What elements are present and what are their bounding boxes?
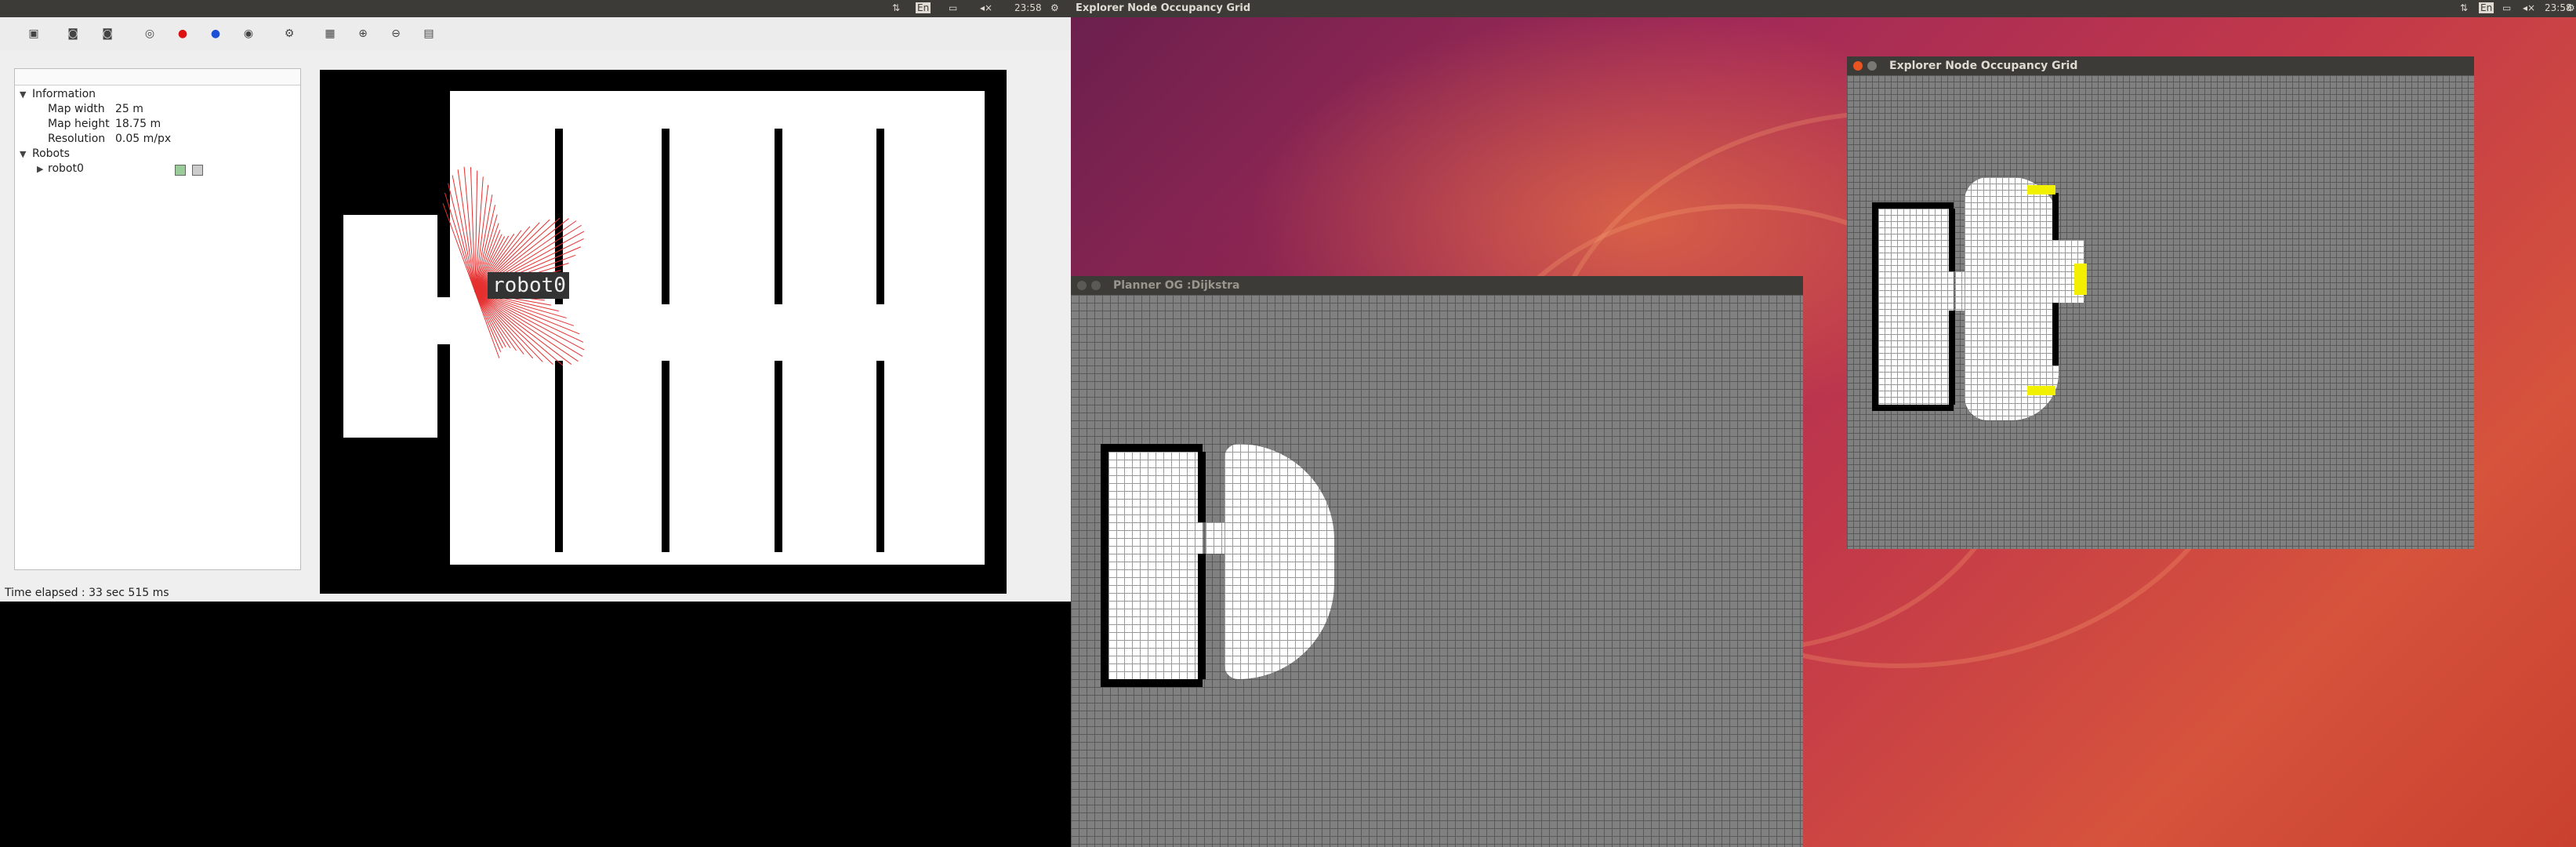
tree-header xyxy=(15,69,300,85)
planner-titlebar[interactable]: Planner OG :Dijkstra xyxy=(1071,276,1803,295)
explorer-title: Explorer Node Occupancy Grid xyxy=(1889,60,2078,72)
clock[interactable]: 23:58 xyxy=(1014,2,1042,13)
explored-frontier xyxy=(1965,177,2059,420)
network-icon[interactable]: ⇅ xyxy=(2460,2,2468,13)
frontier-cells xyxy=(2074,264,2087,295)
tree-information[interactable]: Information xyxy=(32,88,96,100)
explorer-window[interactable]: Explorer Node Occupancy Grid xyxy=(1847,56,2474,549)
robot-label: robot0 xyxy=(492,274,566,297)
map-canvas xyxy=(343,91,985,565)
map-height-label: Map height xyxy=(48,118,110,130)
explored-room xyxy=(1108,452,1203,679)
expand-arrow-icon[interactable]: ▼ xyxy=(20,89,26,100)
fiducial-icon[interactable]: ◉ xyxy=(237,24,260,44)
frontier-cells xyxy=(2027,185,2055,194)
close-icon[interactable] xyxy=(1853,61,1863,71)
collapse-arrow-icon[interactable]: ▶ xyxy=(37,164,43,174)
minimize-icon[interactable] xyxy=(1091,281,1101,290)
zoom-out-icon[interactable]: ⊖ xyxy=(384,24,408,44)
resolution-value: 0.05 m/px xyxy=(115,133,172,145)
settings-icon[interactable]: ⚙ xyxy=(2567,2,2575,13)
stage-window: ▣ ◙ ◙ ◎ ● ● ◉ ⚙ ▦ ⊕ ⊖ ▤ ▼ Information Ma… xyxy=(0,17,1071,602)
frontier-cells xyxy=(2027,386,2055,395)
planner-grid[interactable] xyxy=(1071,295,1803,847)
settings-icon[interactable]: ⚙ xyxy=(1050,2,1059,13)
app-title: Explorer Node Occupancy Grid xyxy=(1076,2,1251,14)
left-topbar-strip: ⇅ En ▭ ◂× 23:58 ⚙ xyxy=(0,0,1071,17)
resolution-label: Resolution xyxy=(48,133,106,145)
explorer-titlebar[interactable]: Explorer Node Occupancy Grid xyxy=(1847,56,2474,75)
robot-icon[interactable]: ◙ xyxy=(61,24,85,44)
volume-icon[interactable]: ◂× xyxy=(2523,2,2535,13)
planner-window[interactable]: Planner OG :Dijkstra xyxy=(1071,276,1803,847)
keyboard-layout[interactable]: En xyxy=(2479,2,2494,13)
zoom-in-icon[interactable]: ⊕ xyxy=(351,24,375,44)
robot-select-icon[interactable] xyxy=(192,165,203,176)
top-panel: Explorer Node Occupancy Grid ⇅ En ▭ ◂× 2… xyxy=(1071,0,2576,17)
toolbar: ▣ ◙ ◙ ◎ ● ● ◉ ⚙ ▦ ⊕ ⊖ ▤ xyxy=(0,17,1071,50)
save-map-icon[interactable]: ▣ xyxy=(22,24,45,44)
trail-icon[interactable]: ◎ xyxy=(138,24,161,44)
gear-icon[interactable]: ⚙ xyxy=(278,24,301,44)
tree-robot0[interactable]: robot0 xyxy=(48,162,84,175)
blue-dot-icon[interactable]: ● xyxy=(204,24,227,44)
robot-add-icon[interactable]: ◙ xyxy=(96,24,119,44)
explorer-grid[interactable] xyxy=(1847,75,2474,549)
battery-icon[interactable]: ▭ xyxy=(949,2,957,13)
grid-icon[interactable]: ▦ xyxy=(318,24,342,44)
tree-robots[interactable]: Robots xyxy=(32,147,70,160)
left-screen: ▣ ◙ ◙ ◎ ● ● ◉ ⚙ ▦ ⊕ ⊖ ▤ ▼ Information Ma… xyxy=(0,0,1071,847)
fit-icon[interactable]: ▤ xyxy=(417,24,441,44)
map-height-value: 18.75 m xyxy=(115,118,161,130)
explored-room xyxy=(1878,209,1954,405)
keyboard-layout[interactable]: En xyxy=(916,2,931,13)
map-view[interactable]: robot0 xyxy=(320,70,1007,594)
expand-arrow-icon[interactable]: ▼ xyxy=(20,149,26,159)
minimize-icon[interactable] xyxy=(1867,61,1877,71)
volume-icon[interactable]: ◂× xyxy=(980,2,992,13)
explored-frontier xyxy=(1225,444,1334,679)
robot-visible-icon[interactable] xyxy=(175,165,186,176)
battery-icon[interactable]: ▭ xyxy=(2502,2,2511,13)
status-text: Time elapsed : 33 sec 515 ms xyxy=(5,587,169,599)
network-icon[interactable]: ⇅ xyxy=(892,2,900,13)
map-width-value: 25 m xyxy=(115,103,143,115)
info-tree: ▼ Information Map width 25 m Map height … xyxy=(14,68,301,570)
planner-title: Planner OG :Dijkstra xyxy=(1113,279,1240,292)
close-icon[interactable] xyxy=(1077,281,1087,290)
record-icon[interactable]: ● xyxy=(171,24,194,44)
map-width-label: Map width xyxy=(48,103,105,115)
